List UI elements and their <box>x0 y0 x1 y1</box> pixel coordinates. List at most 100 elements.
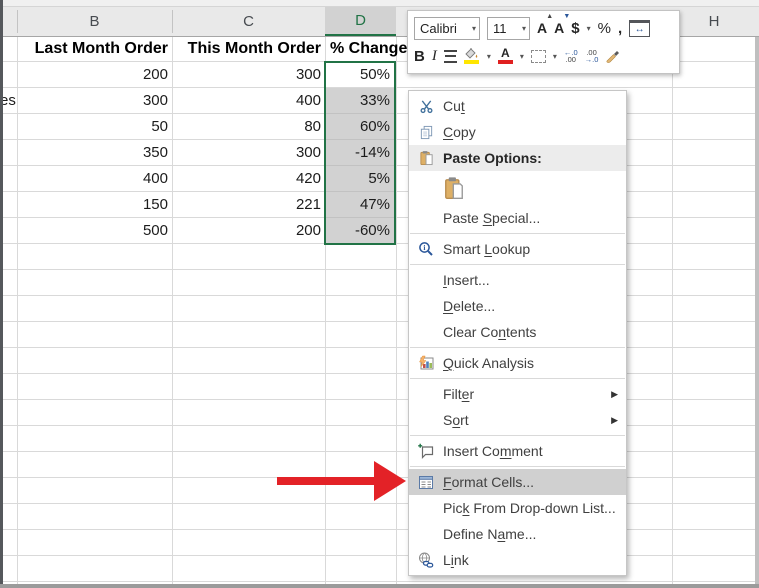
column-header-d-selected[interactable]: D <box>325 7 396 36</box>
menu-item-define-name[interactable]: Define Name... <box>409 521 626 547</box>
cell-c7[interactable]: 221 <box>173 192 321 218</box>
cell-b5[interactable]: 350 <box>18 140 168 166</box>
increase-decimal-button[interactable]: ←.0 .00 <box>564 48 578 64</box>
menu-item-clear-contents[interactable]: Clear Contents <box>409 319 626 345</box>
percent-style-button[interactable]: % <box>598 20 611 37</box>
table-header-cell[interactable]: This Month Order <box>173 36 321 62</box>
table-header-cell[interactable]: % Change <box>330 36 407 62</box>
svg-text:i: i <box>423 243 425 252</box>
menu-item-paste-special[interactable]: Paste Special... <box>409 205 626 231</box>
label-post: opy <box>453 124 476 140</box>
label-pre: Define N <box>443 526 498 542</box>
increase-font-size-button[interactable]: A ▲ <box>537 13 553 36</box>
quick-analysis-icon <box>409 355 443 371</box>
cell-b7[interactable]: 150 <box>18 192 168 218</box>
center-align-button[interactable] <box>443 49 457 63</box>
menu-item-delete[interactable]: Delete... <box>409 293 626 319</box>
chevron-down-icon[interactable]: ▾ <box>520 52 524 61</box>
mini-toolbar-row-1: Calibri ▾ 11 ▾ A ▲ A ▼ $ ▾ % , ↔ <box>414 13 673 41</box>
menu-item-format-cells[interactable]: Format Cells... <box>409 469 626 495</box>
formula-bar-sliver <box>0 0 759 7</box>
menu-separator <box>410 378 625 379</box>
chevron-down-icon[interactable]: ▾ <box>487 52 491 61</box>
cell-b2[interactable]: 200 <box>18 62 168 88</box>
menu-item-label: Sort <box>443 412 611 428</box>
cell-c5[interactable]: 300 <box>173 140 321 166</box>
menu-item-insert-comment[interactable]: Insert Comment <box>409 438 626 464</box>
font-color-button[interactable]: A <box>497 47 513 64</box>
menu-item-label: Clear Contents <box>443 324 626 340</box>
font-name-value: Calibri <box>420 20 457 36</box>
window-left-edge <box>0 0 3 588</box>
format-painter-icon <box>606 50 620 63</box>
caret-up-icon: ▲ <box>546 13 554 20</box>
font-size-combo[interactable]: 11 ▾ <box>487 16 530 40</box>
cell-c3[interactable]: 400 <box>173 88 321 114</box>
chevron-down-icon[interactable]: ▾ <box>587 24 591 33</box>
align-icon <box>443 49 457 63</box>
cell-b4[interactable]: 50 <box>18 114 168 140</box>
window-bottom-edge <box>0 584 759 588</box>
cell-d5[interactable]: -14% <box>326 140 390 166</box>
menu-item-label: Link <box>443 552 626 568</box>
decrease-decimal-button[interactable]: .00 →.0 <box>585 48 599 64</box>
menu-item-insert[interactable]: Insert... <box>409 267 626 293</box>
format-cells-icon <box>409 475 443 490</box>
cell-d8[interactable]: -60% <box>326 218 390 244</box>
link-icon <box>409 552 443 568</box>
label-post: pecial... <box>492 210 541 226</box>
menu-item-label: Pick From Drop-down List... <box>443 500 626 516</box>
menu-item-cut[interactable]: Cut <box>409 93 626 119</box>
cell-d6[interactable]: 5% <box>326 166 390 192</box>
menu-item-sort[interactable]: Sort ▶ <box>409 407 626 433</box>
font-name-combo[interactable]: Calibri ▾ <box>414 16 480 40</box>
borders-button[interactable] <box>530 49 546 63</box>
menu-item-pick-from-list[interactable]: Pick From Drop-down List... <box>409 495 626 521</box>
italic-button[interactable]: I <box>432 48 437 65</box>
cell-d7[interactable]: 47% <box>326 192 390 218</box>
font-size-value: 11 <box>493 20 507 36</box>
menu-item-copy[interactable]: Copy <box>409 119 626 145</box>
paste-options-row <box>409 171 626 205</box>
label-post: rt <box>460 412 469 428</box>
scrollbar-edge[interactable] <box>755 6 759 588</box>
column-header-c[interactable]: C <box>172 7 325 36</box>
cell-b8[interactable]: 500 <box>18 218 168 244</box>
cell-c8[interactable]: 200 <box>173 218 321 244</box>
menu-item-label: Insert... <box>443 272 626 288</box>
cell-b3[interactable]: 300 <box>18 88 168 114</box>
cell-c6[interactable]: 420 <box>173 166 321 192</box>
cell-c2[interactable]: 300 <box>173 62 321 88</box>
menu-item-filter[interactable]: Filter ▶ <box>409 381 626 407</box>
decrease-font-size-button[interactable]: A ▼ <box>554 13 570 36</box>
accounting-format-button[interactable]: $ <box>571 20 579 37</box>
bold-button[interactable]: B <box>414 48 425 65</box>
submenu-arrow-icon: ▶ <box>611 388 618 399</box>
cell-d4[interactable]: 60% <box>326 114 390 140</box>
chevron-down-icon[interactable]: ▾ <box>553 52 557 61</box>
excel-window: B C D H Last Month Order This Month Orde… <box>0 0 759 588</box>
column-width-icon: ↔ <box>629 19 651 37</box>
paste-button[interactable] <box>443 176 465 200</box>
label-post: From Drop-down List... <box>469 500 616 516</box>
comma-style-button[interactable]: , <box>618 20 622 37</box>
menu-item-link[interactable]: Link <box>409 547 626 573</box>
label-text: Paste Options: <box>443 150 542 166</box>
label-pre: Clear Co <box>443 324 499 340</box>
grow-font-label: A <box>537 20 548 36</box>
menu-item-smart-lookup[interactable]: i Smart Lookup <box>409 236 626 262</box>
cell-c4[interactable]: 80 <box>173 114 321 140</box>
label-post: nk <box>453 552 469 568</box>
autofit-width-button[interactable]: ↔ <box>629 19 651 37</box>
column-header-b[interactable]: B <box>17 7 172 36</box>
format-painter-button[interactable] <box>605 49 621 64</box>
column-header-h[interactable]: H <box>672 7 756 36</box>
label-key: t <box>460 98 465 114</box>
fill-color-button[interactable] <box>464 48 480 64</box>
menu-item-quick-analysis[interactable]: Quick Analysis <box>409 350 626 376</box>
label-post: elete... <box>453 298 496 314</box>
cell-b6[interactable]: 400 <box>18 166 168 192</box>
cell-d3[interactable]: 33% <box>326 88 390 114</box>
table-header-cell[interactable]: Last Month Order <box>18 36 168 62</box>
cell-d2-active[interactable]: 50% <box>326 62 390 88</box>
